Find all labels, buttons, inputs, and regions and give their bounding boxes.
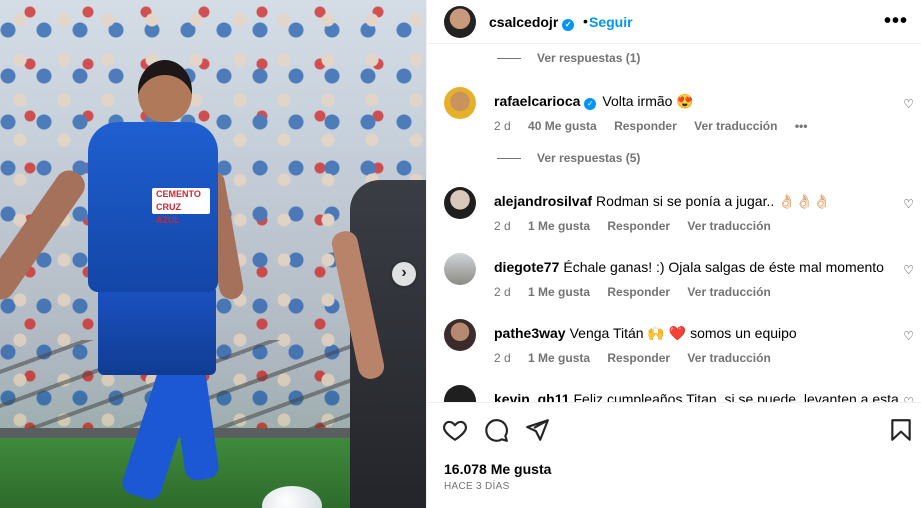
view-replies-label: Ver respuestas (1)	[537, 51, 641, 65]
post-photo[interactable]: CEMENTO CRUZ AZUL ›	[0, 0, 426, 508]
comment-age[interactable]: 2 d	[494, 351, 511, 365]
author-username-text[interactable]: csalcedojr	[489, 14, 558, 30]
comment-meta: 2 d 1 Me gusta Responder Ver traducción	[494, 285, 785, 299]
replies-line	[497, 58, 521, 60]
comment-item: alejandrosilvaf Rodman si se ponía a juga…	[427, 187, 921, 247]
comment-item: rafaelcarioca ✓ Volta irmão 😍 2 d 40 Me gu…	[427, 87, 921, 147]
header-separator: •	[583, 13, 588, 29]
comment-body: Feliz cumpleaños Titan, si se puede, lev…	[573, 391, 899, 402]
like-comment-heart-icon[interactable]: ♡	[903, 97, 914, 111]
post-header: csalcedojr ✓ • Seguir •••	[427, 0, 921, 44]
commenter-avatar[interactable]	[444, 87, 476, 119]
author-username[interactable]: csalcedojr ✓	[489, 14, 575, 31]
commenter-avatar[interactable]	[444, 253, 476, 285]
translate-button[interactable]: Ver traducción	[687, 219, 770, 233]
jersey-sponsor-logo: CEMENTO CRUZ AZUL	[152, 188, 210, 225]
comment-age[interactable]: 2 d	[494, 119, 511, 133]
comment-item: kevin_gh11 Feliz cumpleaños Titan, si se …	[427, 385, 921, 402]
comment-body: Volta irmão 😍	[602, 93, 694, 109]
comments-list[interactable]: Ver respuestas (1) rafaelcarioca ✓ Volta i…	[427, 45, 921, 402]
comment-text: rafaelcarioca ✓ Volta irmão 😍	[494, 93, 694, 110]
comment-likes[interactable]: 1 Me gusta	[528, 351, 590, 365]
translate-button[interactable]: Ver traducción	[687, 285, 770, 299]
comment-age[interactable]: 2 d	[494, 219, 511, 233]
view-replies-button[interactable]: Ver respuestas (1)	[497, 51, 640, 65]
comment-text: alejandrosilvaf Rodman si se ponía a juga…	[494, 193, 830, 210]
player-leg-right	[169, 358, 221, 482]
follow-button[interactable]: Seguir	[589, 14, 633, 30]
commenter-avatar[interactable]	[444, 385, 476, 402]
like-comment-heart-icon[interactable]: ♡	[903, 263, 914, 277]
view-replies-button[interactable]: Ver respuestas (5)	[497, 151, 640, 165]
post-actions: 16.078 Me gusta HACE 3 DÍAS	[427, 402, 921, 508]
comment-more-icon[interactable]: •••	[795, 119, 808, 133]
like-count[interactable]: 16.078 Me gusta	[444, 461, 551, 477]
commenter-username[interactable]: rafaelcarioca	[494, 93, 580, 109]
commenter-username[interactable]: diegote77	[494, 259, 559, 275]
verified-badge-icon: ✓	[584, 98, 597, 110]
post-timestamp[interactable]: HACE 3 DÍAS	[444, 481, 510, 492]
carousel-next-button[interactable]: ›	[392, 262, 416, 286]
post-side-panel: csalcedojr ✓ • Seguir ••• Ver respuestas …	[426, 0, 921, 508]
replies-line	[497, 158, 521, 160]
commenter-username[interactable]: pathe3way	[494, 325, 566, 341]
comment-meta: 2 d 1 Me gusta Responder Ver traducción	[494, 219, 785, 233]
translate-button[interactable]: Ver traducción	[687, 351, 770, 365]
comment-text: kevin_gh11 Feliz cumpleaños Titan, si se …	[494, 391, 899, 402]
more-options-icon[interactable]: •••	[884, 10, 908, 33]
like-comment-heart-icon[interactable]: ♡	[903, 329, 914, 343]
comment-item: pathe3way Venga Titán 🙌 ❤️ somos un equip…	[427, 319, 921, 379]
player-figure: CEMENTO CRUZ AZUL	[0, 60, 246, 508]
verified-badge-icon: ✓	[562, 19, 575, 31]
share-send-icon[interactable]	[524, 417, 550, 443]
view-replies-label: Ver respuestas (5)	[537, 151, 641, 165]
comment-text: pathe3way Venga Titán 🙌 ❤️ somos un equip…	[494, 325, 797, 342]
commenter-avatar[interactable]	[444, 319, 476, 351]
comment-body: Venga Titán 🙌 ❤️ somos un equipo	[569, 325, 797, 341]
comment-text: diegote77 Échale ganas! :) Ojala salgas d…	[494, 259, 884, 275]
comment-bubble-icon[interactable]	[483, 417, 509, 443]
like-comment-heart-icon[interactable]: ♡	[903, 197, 914, 211]
comment-likes[interactable]: 1 Me gusta	[528, 285, 590, 299]
comment-likes[interactable]: 40 Me gusta	[528, 119, 597, 133]
translate-button[interactable]: Ver traducción	[694, 119, 777, 133]
player-shorts	[98, 285, 216, 375]
commenter-avatar[interactable]	[444, 187, 476, 219]
reply-button[interactable]: Responder	[607, 219, 670, 233]
save-bookmark-icon[interactable]	[888, 417, 914, 443]
commenter-username[interactable]: alejandrosilvaf	[494, 193, 592, 209]
reply-button[interactable]: Responder	[607, 285, 670, 299]
comment-body: Échale ganas! :) Ojala salgas de éste ma…	[563, 259, 884, 275]
commenter-username[interactable]: kevin_gh11	[494, 391, 570, 402]
like-heart-icon[interactable]	[442, 417, 468, 443]
comment-meta: 2 d 1 Me gusta Responder Ver traducción	[494, 351, 785, 365]
comment-likes[interactable]: 1 Me gusta	[528, 219, 590, 233]
comment-item: diegote77 Échale ganas! :) Ojala salgas d…	[427, 253, 921, 313]
player-head	[138, 60, 192, 122]
comment-body: Rodman si se ponía a jugar.. 👌🏻👌🏻👌🏻	[596, 193, 831, 209]
author-avatar[interactable]	[444, 6, 476, 38]
reply-button[interactable]: Responder	[607, 351, 670, 365]
comment-meta: 2 d 40 Me gusta Responder Ver traducción…	[494, 119, 821, 133]
comment-age[interactable]: 2 d	[494, 285, 511, 299]
reply-button[interactable]: Responder	[614, 119, 677, 133]
like-comment-heart-icon[interactable]: ♡	[903, 395, 914, 402]
